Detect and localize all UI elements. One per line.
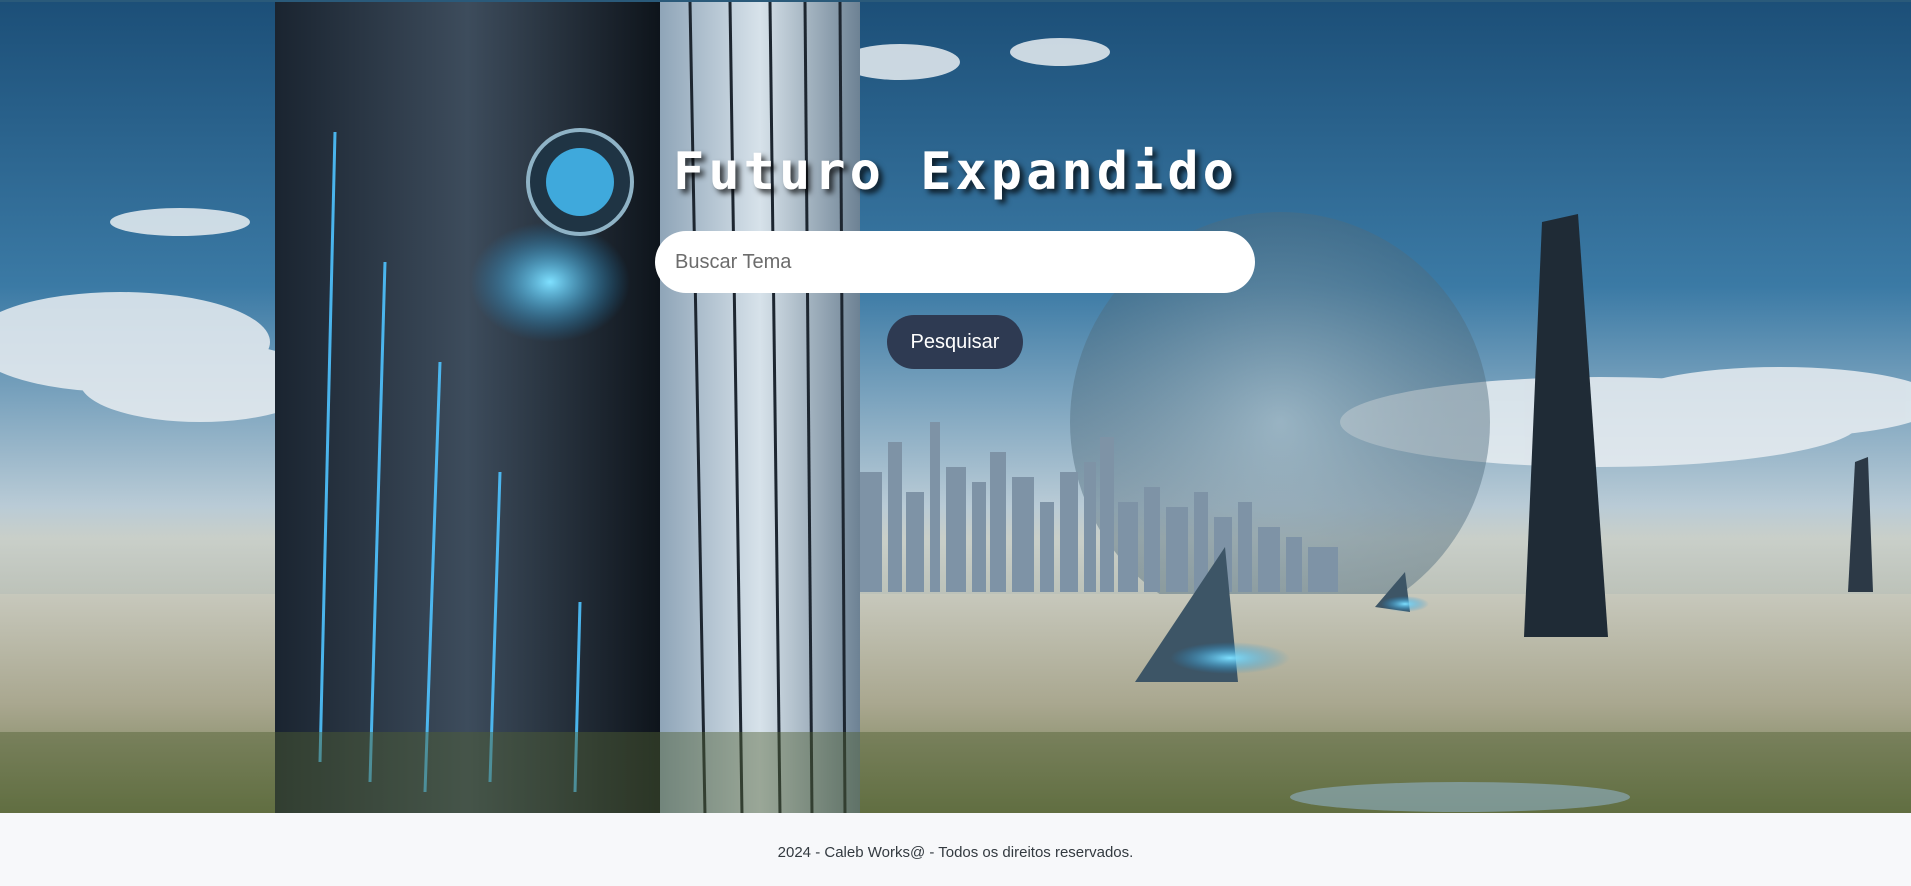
search-input[interactable] <box>655 231 1255 293</box>
background-image <box>0 2 1911 813</box>
hero-section: Futuro Expandido Pesquisar <box>0 0 1911 813</box>
search-button[interactable]: Pesquisar <box>887 315 1023 369</box>
copyright-text: 2024 - Caleb Works@ - Todos os direitos … <box>777 844 1134 861</box>
page-title: Futuro Expandido <box>673 142 1238 202</box>
footer: 2024 - Caleb Works@ - Todos os direitos … <box>0 813 1911 886</box>
